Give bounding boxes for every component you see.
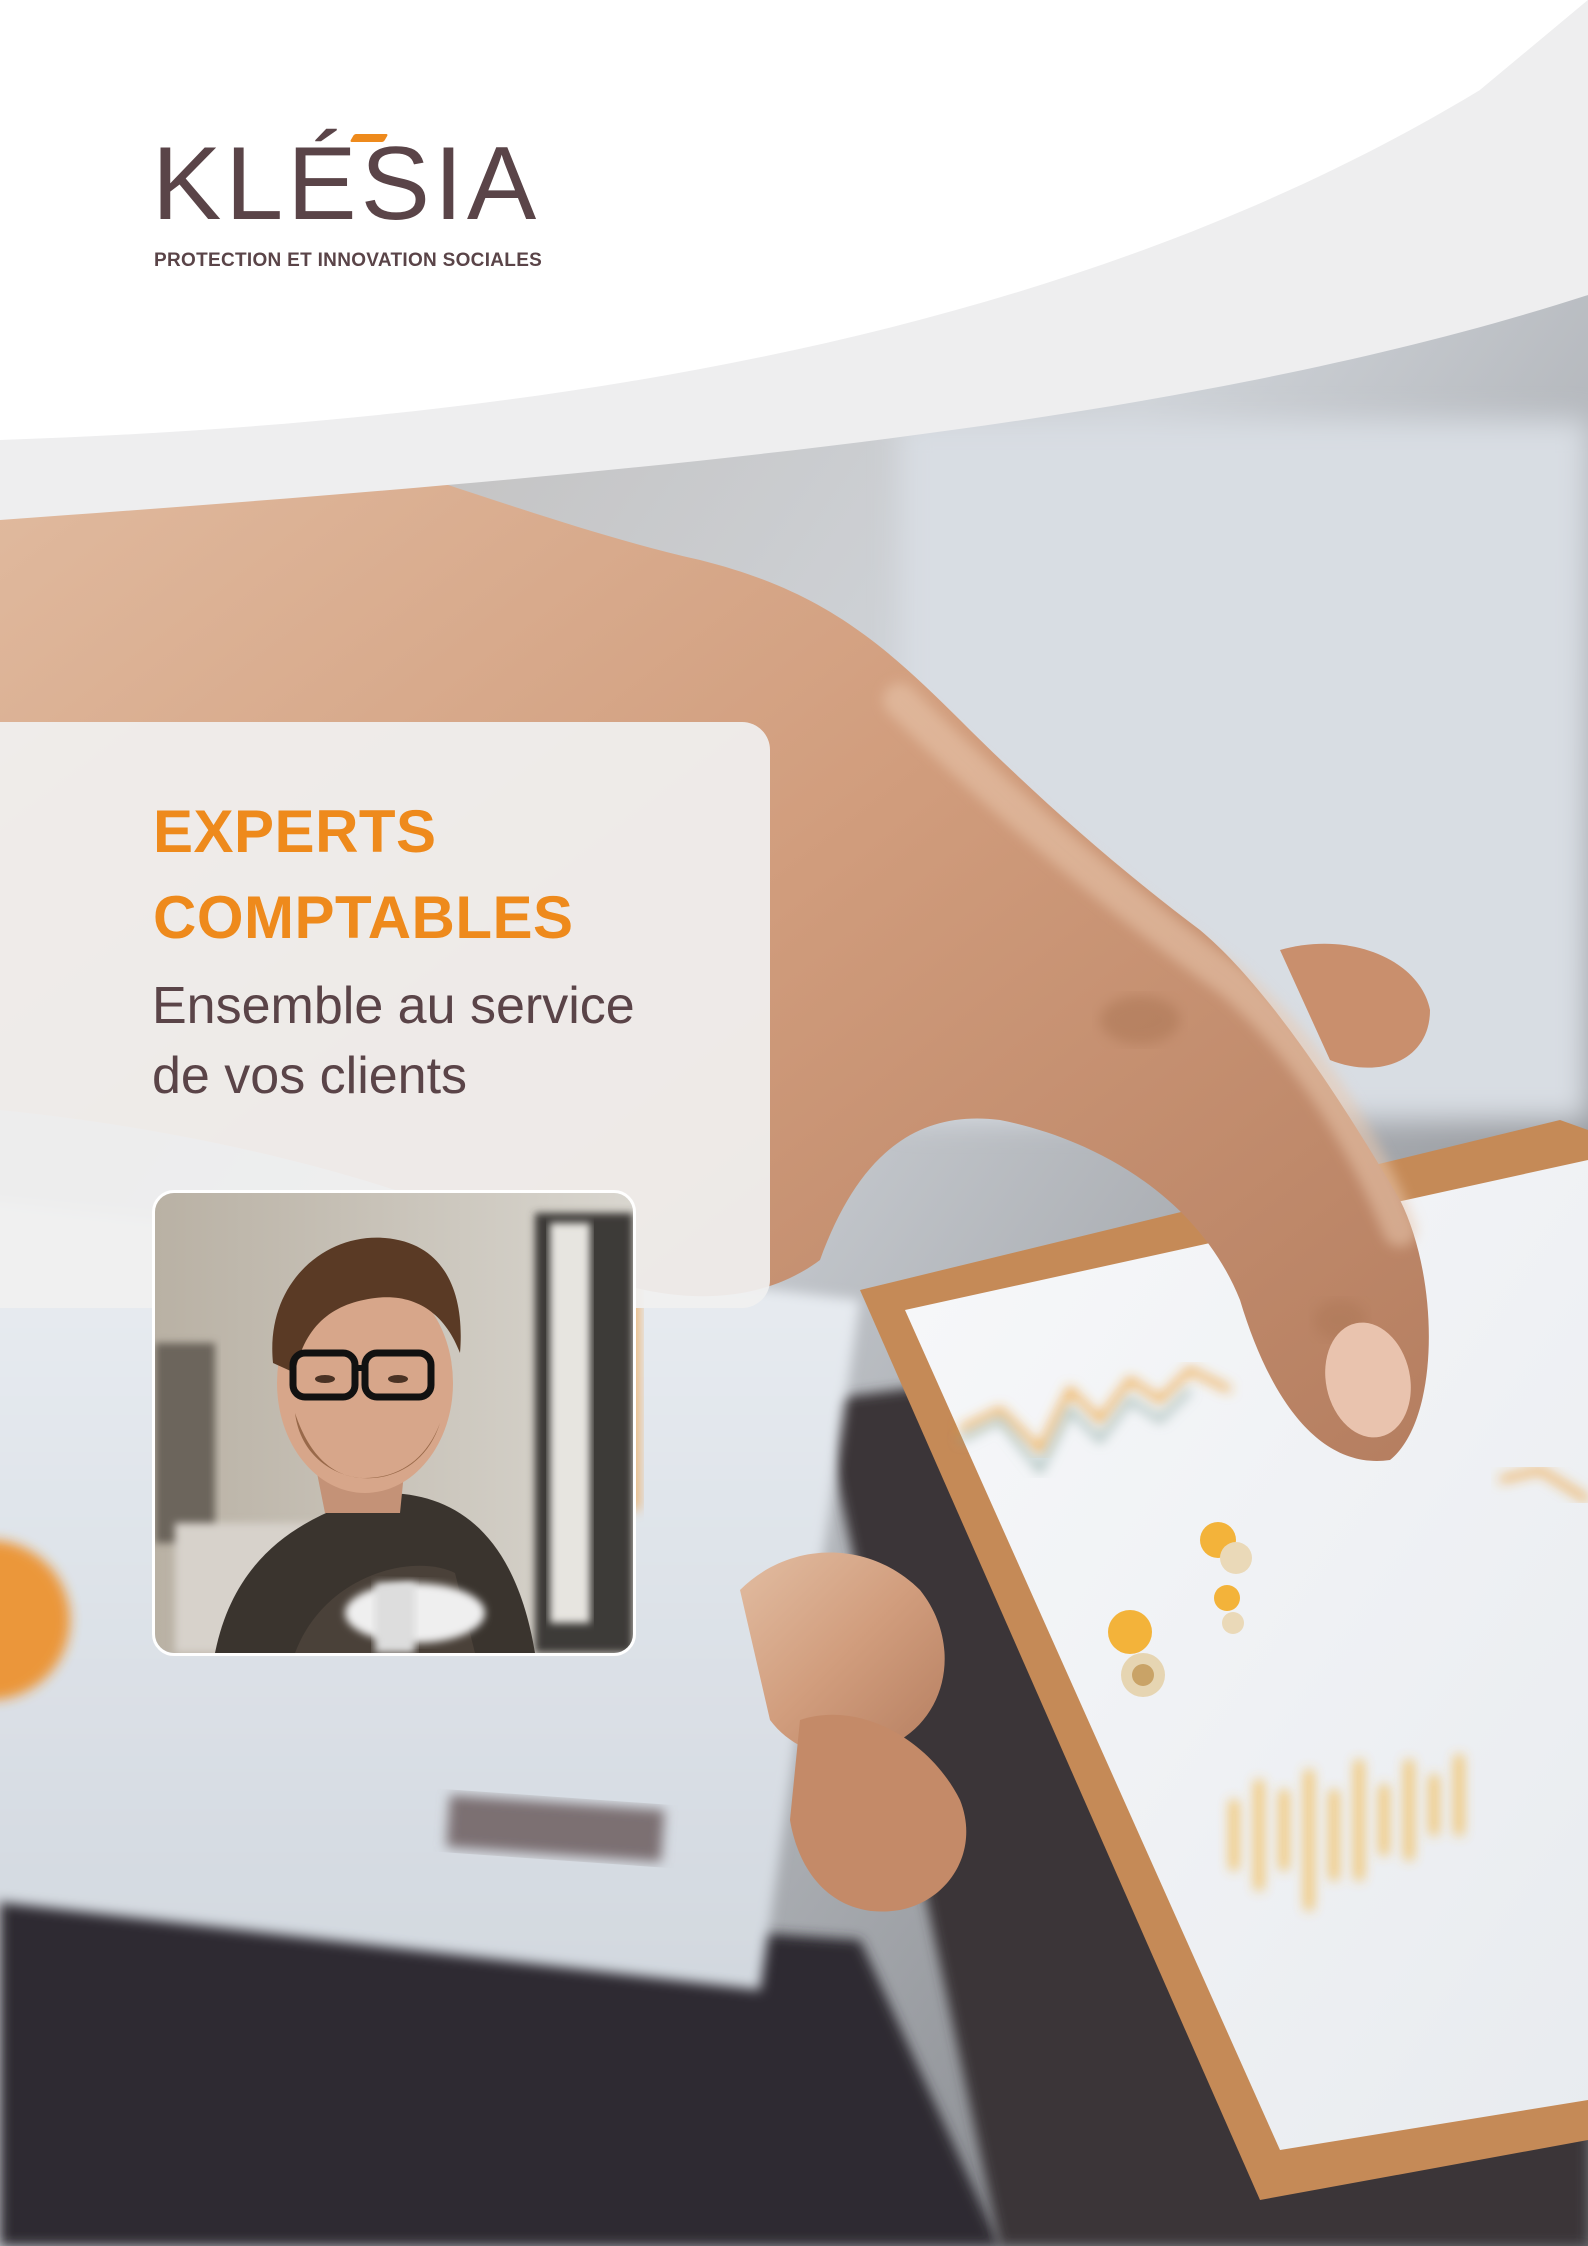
logo-accent-mark xyxy=(349,134,389,142)
title-line-2: COMPTABLES xyxy=(153,884,574,951)
logo-wordmark: KLÉSIA xyxy=(152,126,541,242)
subtitle-line-1: Ensemble au service xyxy=(152,977,635,1035)
klesia-logo: KLÉSIA PROTECTION ET INNOVATION SOCIALES xyxy=(152,132,592,272)
logo-tagline: PROTECTION ET INNOVATION SOCIALES xyxy=(154,250,543,271)
portrait-photo xyxy=(152,1190,636,1656)
brochure-cover: KLÉSIA PROTECTION ET INNOVATION SOCIALES… xyxy=(0,0,1588,2246)
title-line-1: EXPERTS xyxy=(153,798,437,865)
subtitle-line-2: de vos clients xyxy=(152,1047,468,1105)
